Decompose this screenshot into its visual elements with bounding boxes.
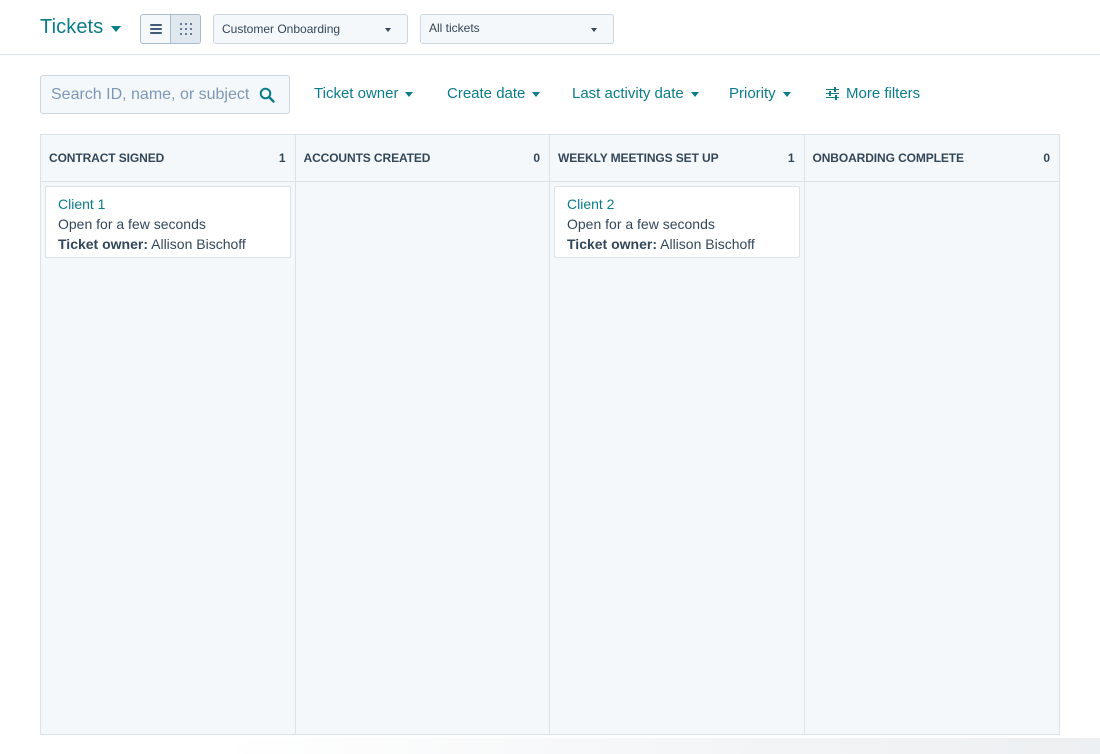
ticket-status: Open for a few seconds xyxy=(58,216,206,232)
ticket-owner-label: Ticket owner: xyxy=(567,236,657,252)
filter-label: Ticket owner xyxy=(314,85,399,102)
column-header: CONTRACT SIGNED 1 xyxy=(41,135,295,182)
board-column: ACCOUNTS CREATED 0 xyxy=(295,135,550,734)
grid-icon xyxy=(179,23,192,35)
more-filters-button[interactable]: More filters xyxy=(826,85,920,102)
filter-label: Create date xyxy=(447,85,526,102)
filter-label: More filters xyxy=(846,85,921,102)
page-title: Tickets xyxy=(40,16,104,38)
ticket-name-link[interactable]: Client 1 xyxy=(58,195,278,214)
object-type-switcher[interactable]: Tickets xyxy=(40,16,122,39)
caret-down-icon xyxy=(405,91,414,97)
caret-down-icon xyxy=(782,91,791,97)
column-title: ACCOUNTS CREATED xyxy=(303,151,431,165)
filter-label: Last activity date xyxy=(572,85,684,102)
page-footer-shadow xyxy=(220,738,1100,754)
column-title: CONTRACT SIGNED xyxy=(49,151,165,165)
ticket-card[interactable]: Client 1 Open for a few seconds Ticket o… xyxy=(45,186,291,258)
caret-down-icon xyxy=(385,28,391,32)
priority-filter[interactable]: Priority xyxy=(729,85,791,102)
top-bar: Tickets Customer Onboarding All tickets xyxy=(0,0,1100,55)
search-box xyxy=(40,75,290,114)
ticket-status: Open for a few seconds xyxy=(567,216,715,232)
ticket-card[interactable]: Client 2 Open for a few seconds Ticket o… xyxy=(554,186,800,258)
board-column: CONTRACT SIGNED 1 Client 1 Open for a fe… xyxy=(41,135,296,734)
ticket-name-link[interactable]: Client 2 xyxy=(567,195,787,214)
board-view-button[interactable] xyxy=(170,15,200,43)
ticket-owner-value: Allison Bischoff xyxy=(151,236,246,252)
view-toggle xyxy=(140,14,201,44)
search-icon[interactable] xyxy=(259,87,275,103)
column-count: 1 xyxy=(278,151,286,165)
view-select[interactable]: All tickets xyxy=(420,14,614,44)
ticket-owner-row: Ticket owner: Allison Bischoff xyxy=(58,234,278,254)
ticket-owner-row: Ticket owner: Allison Bischoff xyxy=(567,234,787,254)
filter-label: Priority xyxy=(729,85,776,102)
column-title: ONBOARDING COMPLETE xyxy=(812,151,965,165)
list-view-button[interactable] xyxy=(141,15,170,43)
caret-down-icon xyxy=(591,28,597,32)
column-title: WEEKLY MEETINGS SET UP xyxy=(558,151,719,165)
column-header: ACCOUNTS CREATED 0 xyxy=(295,135,549,182)
ticket-owner-value: Allison Bischoff xyxy=(660,236,755,252)
search-input[interactable] xyxy=(41,76,251,113)
create-date-filter[interactable]: Create date xyxy=(447,85,541,102)
board-column: ONBOARDING COMPLETE 0 xyxy=(804,135,1059,734)
column-header: WEEKLY MEETINGS SET UP 1 xyxy=(550,135,804,182)
kanban-board: CONTRACT SIGNED 1 Client 1 Open for a fe… xyxy=(40,134,1060,735)
board-column: WEEKLY MEETINGS SET UP 1 Client 2 Open f… xyxy=(550,135,805,734)
column-count: 0 xyxy=(1043,151,1050,165)
column-count: 0 xyxy=(533,151,540,165)
last-activity-date-filter[interactable]: Last activity date xyxy=(572,85,699,102)
caret-down-icon xyxy=(111,25,122,32)
list-icon xyxy=(149,24,162,34)
caret-down-icon xyxy=(690,91,699,97)
ticket-owner-label: Ticket owner: xyxy=(58,236,148,252)
caret-down-icon xyxy=(532,91,541,97)
view-select-value: All tickets xyxy=(429,21,480,35)
pipeline-select[interactable]: Customer Onboarding xyxy=(213,14,408,44)
column-header: ONBOARDING COMPLETE 0 xyxy=(804,135,1059,182)
pipeline-select-value: Customer Onboarding xyxy=(222,22,341,36)
sliders-icon xyxy=(826,86,839,100)
ticket-owner-filter[interactable]: Ticket owner xyxy=(314,85,414,102)
column-count: 1 xyxy=(787,151,795,165)
